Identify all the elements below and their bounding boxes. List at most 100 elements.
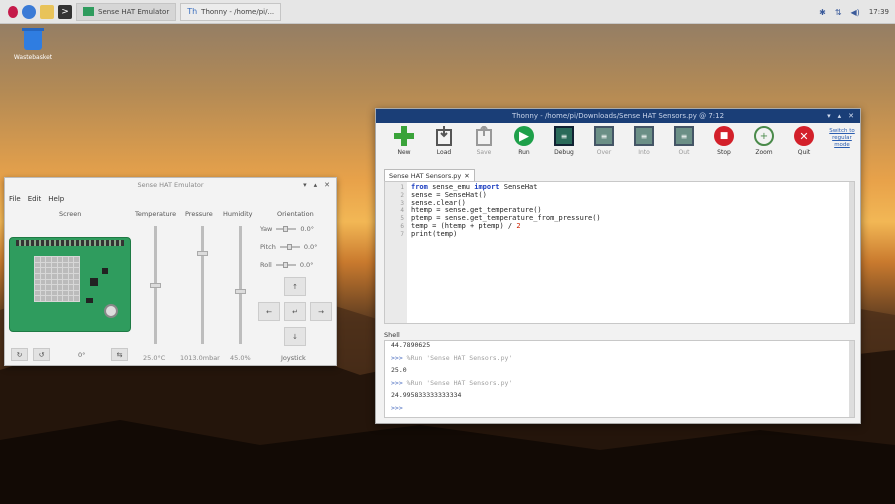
led-pixel <box>51 273 57 279</box>
shell-console[interactable]: 44.7890625 >>> %Run 'Sense HAT Sensors.py… <box>384 340 855 418</box>
network-icon[interactable]: ⇅ <box>835 8 842 17</box>
step-out-icon: ≡ <box>674 126 694 146</box>
thonny-titlebar[interactable]: Thonny - /home/pi/Downloads/Sense HAT Se… <box>376 109 860 123</box>
new-button[interactable]: New <box>384 123 424 156</box>
maximize-icon[interactable]: ▴ <box>314 181 318 189</box>
led-pixel <box>74 296 79 301</box>
switch-mode-link[interactable]: Switch to regular mode <box>828 128 856 149</box>
desktop-icon-label: Wastebasket <box>13 54 53 61</box>
close-icon[interactable]: ✕ <box>324 181 330 189</box>
zoom-button[interactable]: + Zoom <box>744 123 784 156</box>
shell-command-line: >>> %Run 'Sense HAT Sensors.py' <box>391 379 513 387</box>
pitch-slider[interactable] <box>279 244 300 250</box>
temperature-slider-handle[interactable] <box>150 283 161 288</box>
roll-value: 0.0° <box>299 261 314 269</box>
led-pixel <box>57 273 63 279</box>
tab-close-icon[interactable]: ✕ <box>464 172 469 180</box>
quit-button[interactable]: ✕ Quit <box>784 123 824 156</box>
shell-command-line: >>> %Run 'Sense HAT Sensors.py' <box>391 354 513 362</box>
web-browser-icon[interactable] <box>22 4 36 19</box>
joystick-down-button[interactable]: ↓ <box>284 327 306 346</box>
menu-help[interactable]: Help <box>48 195 64 203</box>
shell-prompt: >>> <box>391 354 403 362</box>
code-editor[interactable]: 1234567 from sense_emu import SenseHat se… <box>384 181 855 324</box>
bluetooth-icon[interactable]: ✱ <box>819 8 826 17</box>
led-pixel <box>35 279 40 285</box>
led-pixel <box>46 273 51 279</box>
shell-label: Shell <box>384 331 400 339</box>
led-pixel <box>68 273 74 279</box>
humidity-slider-handle[interactable] <box>235 288 246 294</box>
joystick-label: Joystick <box>281 354 306 362</box>
taskbar-window-label: Thonny - /home/pi/... <box>201 7 275 16</box>
led-pixel <box>40 296 46 301</box>
led-pixel <box>46 290 51 296</box>
stop-button[interactable]: ■ Stop <box>704 123 744 156</box>
led-pixel <box>63 262 68 268</box>
joystick-enter-button[interactable]: ↵ <box>284 302 306 321</box>
emulator-titlebar[interactable]: Sense HAT Emulator ▾ ▴ ✕ <box>5 178 336 192</box>
code-area[interactable]: from sense_emu import SenseHat sense = Se… <box>407 182 601 323</box>
clock[interactable]: 17:39 <box>869 8 889 16</box>
led-pixel <box>46 262 51 268</box>
code-line-7: print(temp) <box>411 229 458 238</box>
step-over-icon: ≡ <box>594 126 614 146</box>
roll-slider[interactable] <box>275 262 296 268</box>
taskbar-window-thonny[interactable]: Th Thonny - /home/pi/... <box>180 2 282 21</box>
desktop-icon-wastebasket[interactable]: Wastebasket <box>8 28 58 61</box>
shell-output-line: 25.0 <box>391 366 407 374</box>
raspberry-menu-icon[interactable] <box>8 5 18 18</box>
joystick-up-button[interactable]: ↑ <box>284 277 306 296</box>
led-pixel <box>51 279 57 285</box>
led-pixel <box>46 285 51 290</box>
rotate-left-button[interactable]: ↻ <box>11 348 28 361</box>
pitch-value: 0.0° <box>303 243 318 251</box>
pressure-slider[interactable] <box>201 226 204 344</box>
led-pixel <box>57 296 63 301</box>
pitch-label: Pitch <box>260 243 276 251</box>
menu-edit[interactable]: Edit <box>28 195 42 203</box>
board-joystick <box>104 304 118 318</box>
tool-label: Over <box>596 149 612 156</box>
quit-icon: ✕ <box>794 126 814 146</box>
rotate-right-button[interactable]: ↺ <box>33 348 50 361</box>
terminal-icon[interactable]: > <box>58 4 72 19</box>
led-pixel <box>46 279 51 285</box>
humidity-slider[interactable] <box>239 226 242 344</box>
led-pixel <box>68 268 74 273</box>
run-button[interactable]: ▶ Run <box>504 123 544 156</box>
led-pixel <box>63 268 68 273</box>
menu-file[interactable]: File <box>9 195 21 203</box>
maximize-icon[interactable]: ▴ <box>838 112 842 120</box>
volume-icon[interactable]: ◀) <box>851 8 860 17</box>
close-icon[interactable]: ✕ <box>848 112 854 120</box>
led-pixel <box>68 262 74 268</box>
led-pixel <box>63 257 68 262</box>
load-button[interactable]: Load <box>424 123 464 156</box>
joystick-right-button[interactable]: → <box>310 302 332 321</box>
pressure-slider-handle[interactable] <box>197 251 208 257</box>
flip-button[interactable]: ⇆ <box>111 348 128 361</box>
led-pixel <box>57 290 63 296</box>
minimize-icon[interactable]: ▾ <box>303 181 307 189</box>
led-pixel <box>63 285 68 290</box>
debug-button[interactable]: ≡ Debug <box>544 123 584 156</box>
step-over-button[interactable]: ≡ Over <box>584 123 624 156</box>
save-button[interactable]: Save <box>464 123 504 156</box>
yaw-slider[interactable] <box>276 226 297 232</box>
shell-scrollbar[interactable] <box>849 341 854 417</box>
led-pixel <box>35 296 40 301</box>
step-into-button[interactable]: ≡ Into <box>624 123 664 156</box>
led-pixel <box>46 296 51 301</box>
file-manager-icon[interactable] <box>40 4 54 19</box>
tool-label: Debug <box>554 149 574 156</box>
step-out-button[interactable]: ≡ Out <box>664 123 704 156</box>
joystick-left-button[interactable]: ← <box>258 302 280 321</box>
editor-scrollbar[interactable] <box>849 182 854 323</box>
taskbar-window-emulator[interactable]: Sense HAT Emulator <box>76 2 177 21</box>
minimize-icon[interactable]: ▾ <box>827 112 831 120</box>
led-pixel <box>40 268 46 273</box>
tab-sense-hat-sensors[interactable]: Sense HAT Sensors.py ✕ <box>384 169 475 181</box>
orientation-header: Orientation <box>277 210 314 218</box>
led-pixel <box>40 290 46 296</box>
